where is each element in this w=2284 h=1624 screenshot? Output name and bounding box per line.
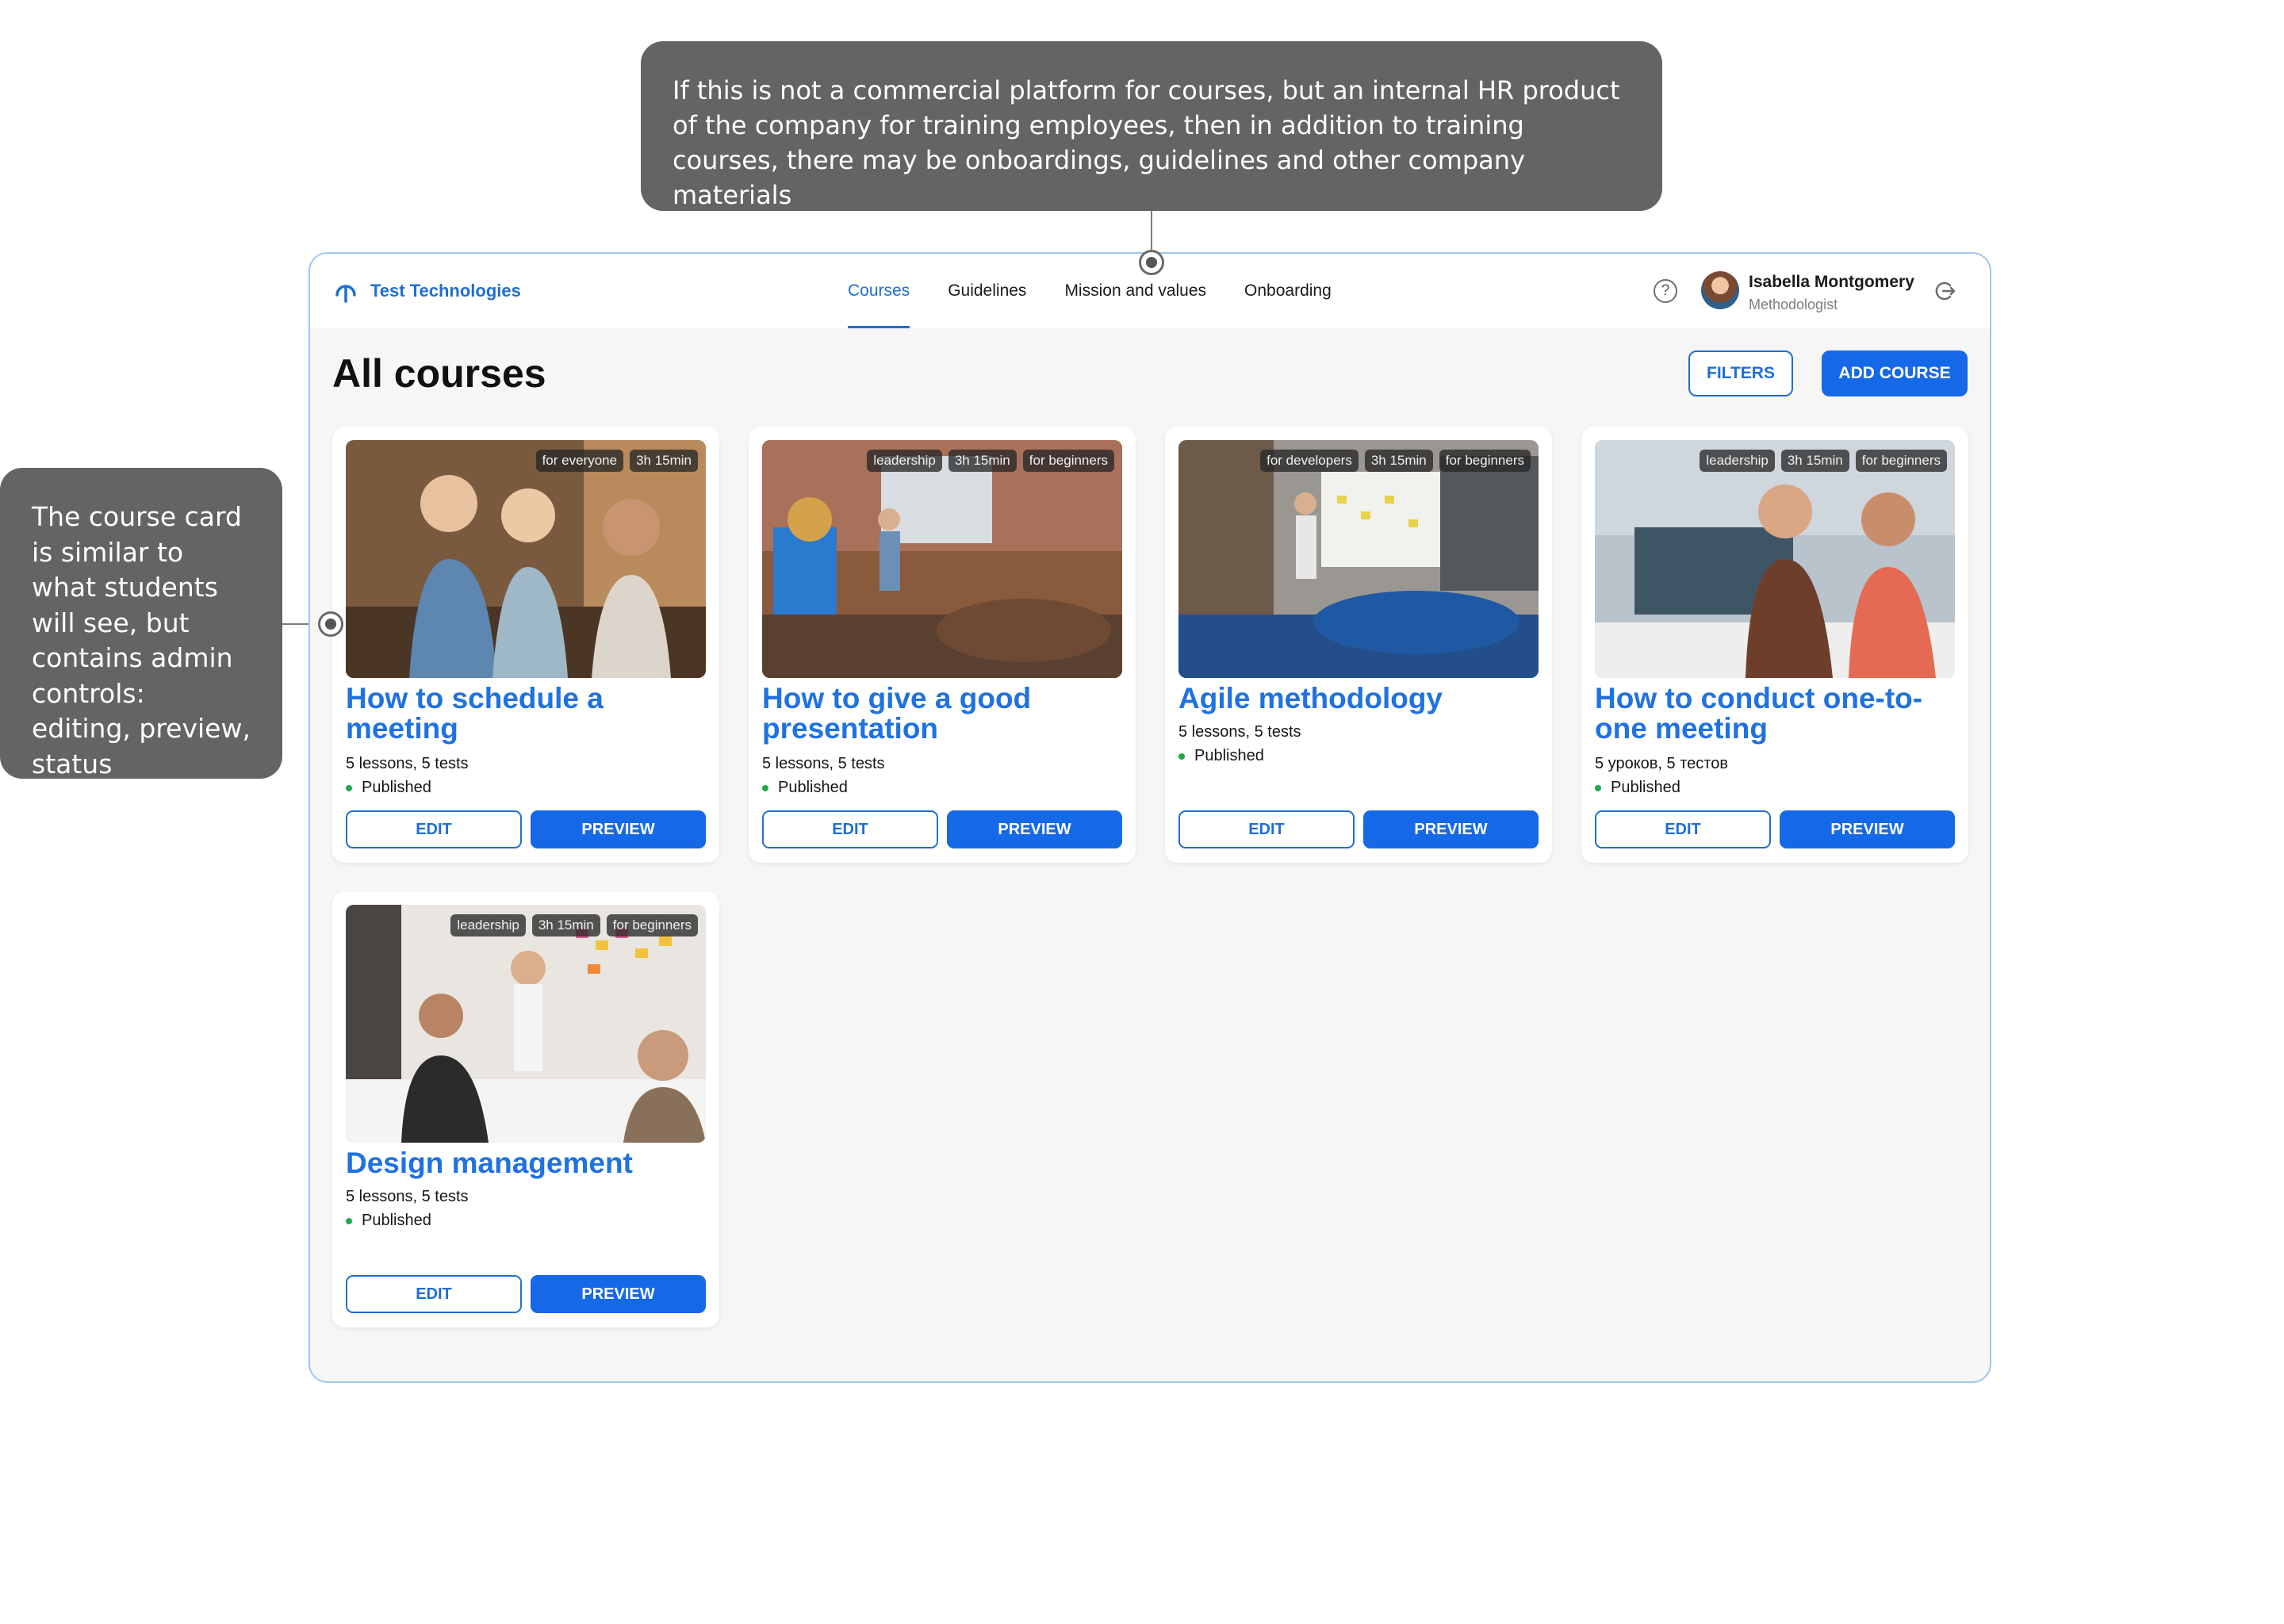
status-label: Published xyxy=(1611,779,1680,796)
edit-button[interactable]: EDIT xyxy=(762,810,938,848)
annotation-top: If this is not a commercial platform for… xyxy=(641,41,1662,211)
preview-button[interactable]: PREVIEW xyxy=(531,1275,706,1313)
tag: 3h 15min xyxy=(531,914,600,936)
status-badge: Published xyxy=(1178,747,1264,765)
course-card: leadership 3h 15min for beginners Design… xyxy=(332,891,719,1327)
course-meta: 5 lessons, 5 tests xyxy=(762,755,885,772)
tag: 3h 15min xyxy=(1780,450,1849,472)
status-label: Published xyxy=(362,779,431,796)
edit-button[interactable]: EDIT xyxy=(346,810,522,848)
brand-logo[interactable]: Test Technologies xyxy=(334,279,521,303)
annotation-left: The course card is similar to what stude… xyxy=(0,468,282,779)
tag: for beginners xyxy=(1855,450,1947,472)
status-badge: Published xyxy=(762,779,848,797)
status-dot-icon xyxy=(346,1217,352,1224)
course-meta: 5 уроков, 5 тестов xyxy=(1595,755,1728,772)
tag: 3h 15min xyxy=(630,450,698,472)
status-dot-icon xyxy=(1178,753,1185,760)
help-icon[interactable]: ? xyxy=(1654,279,1677,303)
status-label: Published xyxy=(362,1212,431,1229)
tag: leadership xyxy=(867,450,942,472)
tag: 3h 15min xyxy=(1364,450,1433,472)
preview-button[interactable]: PREVIEW xyxy=(531,810,706,848)
tag: for developers xyxy=(1260,450,1359,472)
edit-button[interactable]: EDIT xyxy=(346,1275,522,1313)
preview-button[interactable]: PREVIEW xyxy=(1363,810,1539,848)
course-card: for developers 3h 15min for beginners Ag… xyxy=(1165,427,1552,863)
course-meta: 5 lessons, 5 tests xyxy=(346,1188,469,1205)
app-window: Test Technologies Courses Guidelines Mis… xyxy=(308,252,1991,1383)
status-label: Published xyxy=(1194,747,1264,764)
annotation-pin-icon xyxy=(1139,250,1164,275)
status-label: Published xyxy=(778,779,848,796)
course-title[interactable]: How to conduct one-to-one meeting xyxy=(1595,684,1944,744)
main-nav: Courses Guidelines Mission and values On… xyxy=(848,254,1332,328)
course-title[interactable]: Agile methodology xyxy=(1178,684,1527,714)
course-image[interactable]: for everyone 3h 15min xyxy=(346,440,706,678)
course-image[interactable]: leadership 3h 15min for beginners xyxy=(762,440,1122,678)
course-card: leadership 3h 15min for beginners How to… xyxy=(1581,427,1968,863)
preview-button[interactable]: PREVIEW xyxy=(947,810,1122,848)
annotation-pin-icon xyxy=(318,611,343,637)
tag: leadership xyxy=(450,914,526,936)
edit-button[interactable]: EDIT xyxy=(1178,810,1355,848)
course-card: leadership 3h 15min for beginners How to… xyxy=(749,427,1136,863)
course-title[interactable]: Design management xyxy=(346,1148,695,1178)
status-badge: Published xyxy=(346,1212,431,1230)
avatar[interactable] xyxy=(1701,271,1739,309)
status-dot-icon xyxy=(346,784,352,791)
tag: leadership xyxy=(1700,450,1775,472)
tag: 3h 15min xyxy=(948,450,1017,472)
tag: for beginners xyxy=(606,914,698,936)
status-badge: Published xyxy=(1595,779,1680,797)
logout-icon[interactable] xyxy=(1933,279,1956,303)
tab-mission-values[interactable]: Mission and values xyxy=(1064,254,1206,328)
tag: for everyone xyxy=(535,450,624,472)
edit-button[interactable]: EDIT xyxy=(1595,810,1771,848)
add-course-button[interactable]: ADD COURSE xyxy=(1822,350,1968,396)
course-title[interactable]: How to schedule a meeting xyxy=(346,684,695,744)
course-meta: 5 lessons, 5 tests xyxy=(1178,723,1301,741)
status-dot-icon xyxy=(762,784,768,791)
tag: for beginners xyxy=(1439,450,1531,472)
course-meta: 5 lessons, 5 tests xyxy=(346,755,469,772)
course-card: for everyone 3h 15min How to schedule a … xyxy=(332,427,719,863)
logo-icon xyxy=(335,285,356,303)
page-title: All courses xyxy=(332,351,546,396)
tab-onboarding[interactable]: Onboarding xyxy=(1244,254,1332,328)
status-badge: Published xyxy=(346,779,431,797)
preview-button[interactable]: PREVIEW xyxy=(1780,810,1955,848)
user-role: Methodologist xyxy=(1749,297,1838,312)
tab-courses[interactable]: Courses xyxy=(848,254,910,328)
course-image[interactable]: leadership 3h 15min for beginners xyxy=(346,905,706,1143)
filters-button[interactable]: FILTERS xyxy=(1688,350,1793,396)
tag: for beginners xyxy=(1022,450,1114,472)
course-image[interactable]: for developers 3h 15min for beginners xyxy=(1178,440,1539,678)
status-dot-icon xyxy=(1595,784,1601,791)
course-image[interactable]: leadership 3h 15min for beginners xyxy=(1595,440,1955,678)
brand-name: Test Technologies xyxy=(370,281,521,301)
user-name: Isabella Montgomery xyxy=(1749,273,1914,291)
user-info: Isabella Montgomery Methodologist xyxy=(1749,273,1914,313)
tab-guidelines[interactable]: Guidelines xyxy=(948,254,1026,328)
course-title[interactable]: How to give a good presentation xyxy=(762,684,1111,744)
